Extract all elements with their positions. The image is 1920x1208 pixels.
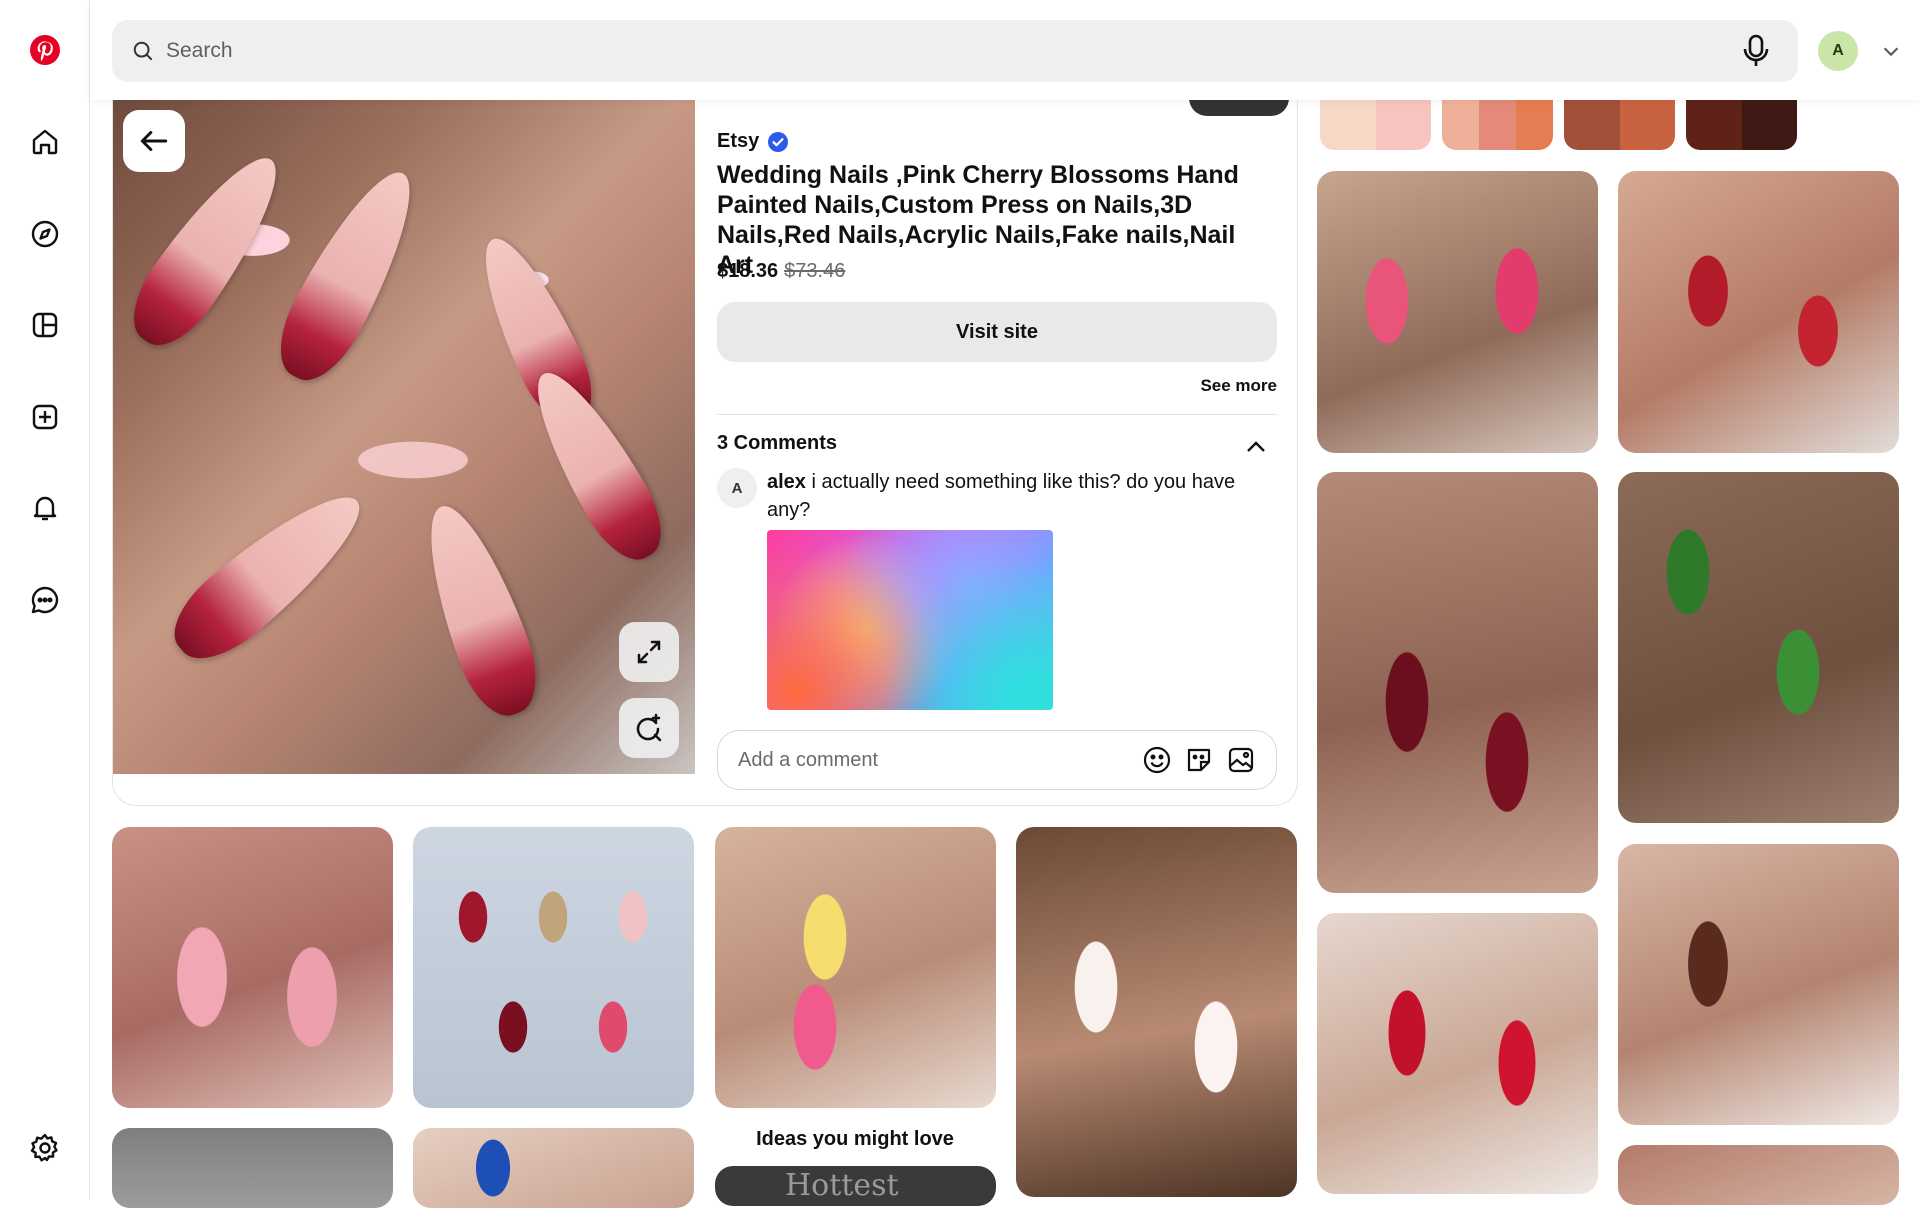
pin-card[interactable] xyxy=(1317,472,1598,893)
comment-text: i actually need something like this? do … xyxy=(767,471,1236,521)
original-price: $73.46 xyxy=(784,260,846,282)
pin-info-panel: Etsy Wedding Nails ,Pink Cherry Blossoms… xyxy=(715,88,1289,806)
comment-tools xyxy=(1142,745,1256,775)
divider xyxy=(717,414,1277,415)
pin-card[interactable] xyxy=(413,827,694,1108)
explore-icon[interactable] xyxy=(21,210,69,258)
account-avatar[interactable]: A xyxy=(1818,31,1858,71)
back-button[interactable] xyxy=(123,110,185,172)
add-comment-field[interactable]: Add a comment xyxy=(717,730,1277,790)
search-input[interactable]: Search xyxy=(166,39,233,63)
left-nav-rail xyxy=(0,0,90,1200)
see-more-link[interactable]: See more xyxy=(1200,376,1277,396)
comments-header[interactable]: 3 Comments xyxy=(717,432,837,455)
pin-card[interactable] xyxy=(413,1128,694,1208)
expand-icon xyxy=(637,640,661,664)
nail-art-decoration xyxy=(407,494,551,726)
messages-icon[interactable] xyxy=(21,576,69,624)
pin-card[interactable] xyxy=(1317,913,1598,1194)
pin-card[interactable] xyxy=(1618,472,1899,823)
pinterest-logo-icon[interactable] xyxy=(21,26,69,74)
back-arrow-icon xyxy=(140,131,168,151)
pin-card-text: Hottest xyxy=(785,1168,899,1203)
emoji-icon[interactable] xyxy=(1142,745,1172,775)
nail-art-decoration xyxy=(157,473,381,677)
notifications-icon[interactable] xyxy=(21,484,69,532)
sticker-icon[interactable] xyxy=(1184,745,1214,775)
current-price: $18.36 xyxy=(717,260,779,282)
pin-image[interactable] xyxy=(113,100,695,774)
search-bar[interactable]: Search xyxy=(112,20,1798,82)
visual-search-icon xyxy=(636,713,662,742)
expand-button[interactable] xyxy=(619,622,679,682)
ideas-section-title: Ideas you might love xyxy=(756,1128,954,1150)
boards-icon[interactable] xyxy=(21,301,69,349)
pin-card[interactable] xyxy=(1618,1145,1899,1205)
pin-card[interactable] xyxy=(715,827,996,1108)
pin-card[interactable] xyxy=(1618,844,1899,1125)
color-swatch[interactable] xyxy=(1320,100,1431,150)
source-name[interactable]: Etsy xyxy=(717,130,759,153)
nail-art-decoration xyxy=(263,156,435,394)
color-swatch[interactable] xyxy=(1686,100,1797,150)
image-icon[interactable] xyxy=(1226,745,1256,775)
nail-art-decoration xyxy=(514,357,678,573)
home-icon[interactable] xyxy=(21,118,69,166)
pin-detail-card: Etsy Wedding Nails ,Pink Cherry Blossoms… xyxy=(112,88,1298,806)
comment-body: alex i actually need something like this… xyxy=(767,468,1267,524)
pin-card[interactable] xyxy=(112,1128,393,1208)
pin-card[interactable] xyxy=(1317,171,1598,453)
comment-author[interactable]: alex xyxy=(767,471,806,493)
add-comment-input[interactable]: Add a comment xyxy=(738,749,878,772)
color-swatch[interactable] xyxy=(1564,100,1675,150)
microphone-icon[interactable] xyxy=(1738,33,1774,69)
pin-card[interactable]: Hottest xyxy=(715,1166,996,1206)
search-icon xyxy=(133,41,153,61)
pin-card[interactable] xyxy=(112,827,393,1108)
pin-price: $18.36 $73.46 xyxy=(717,260,845,283)
pin-card[interactable] xyxy=(1618,171,1899,453)
visual-search-button[interactable] xyxy=(619,698,679,758)
verified-icon xyxy=(768,131,789,152)
chevron-up-icon[interactable] xyxy=(1243,434,1269,460)
top-bar: Search A xyxy=(90,0,1920,100)
pin-card[interactable] xyxy=(1016,827,1297,1197)
settings-icon[interactable] xyxy=(21,1124,69,1172)
nail-art-decoration xyxy=(116,139,300,361)
pin-source[interactable]: Etsy xyxy=(717,130,789,153)
chevron-down-icon[interactable] xyxy=(1880,40,1902,62)
comment-avatar[interactable]: A xyxy=(717,468,757,508)
visit-site-button[interactable]: Visit site xyxy=(717,302,1277,362)
comment-attached-image[interactable] xyxy=(767,530,1053,710)
create-icon[interactable] xyxy=(21,393,69,441)
color-swatch[interactable] xyxy=(1442,100,1553,150)
